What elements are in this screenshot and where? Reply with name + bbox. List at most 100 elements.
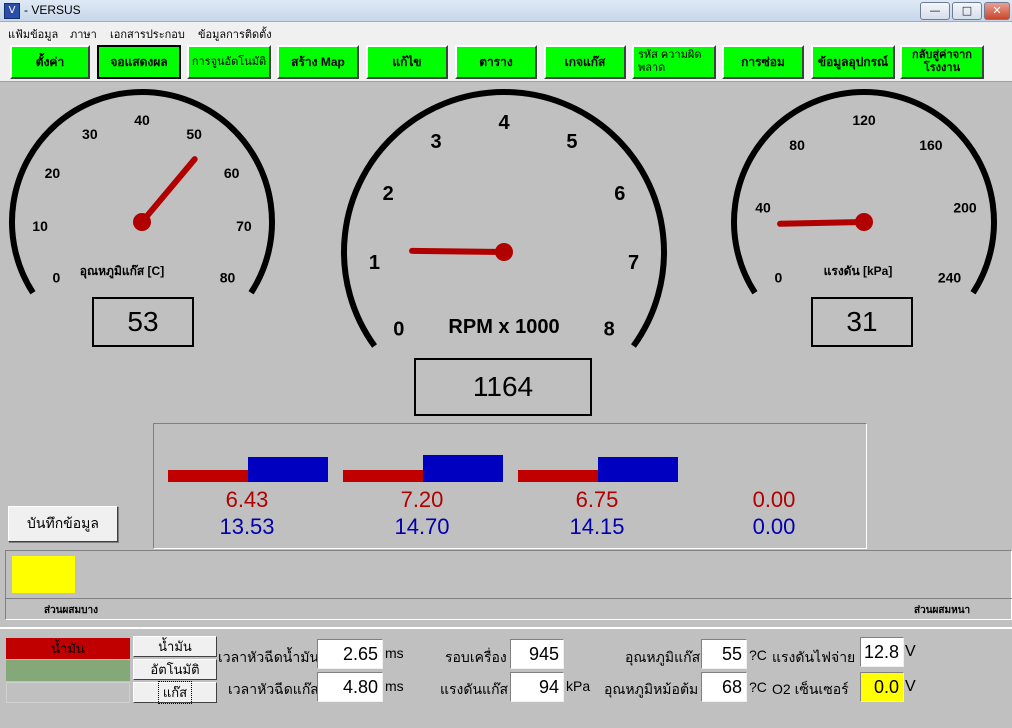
gas-temp-unit: ?C: [749, 647, 767, 663]
temp-tick-label: 50: [186, 126, 202, 142]
pressure-tick-label: 0: [775, 269, 783, 285]
supply-voltage-unit: V: [905, 643, 916, 660]
mixture-panel: ส่วนผสมบาง ส่วนผสมหนา: [5, 550, 1012, 620]
pressure-tick-label: 120: [852, 112, 876, 128]
fuel-oil-button[interactable]: น้ำมัน: [133, 636, 217, 657]
rpm-needle: [409, 247, 507, 255]
bar-red-3: [518, 470, 598, 482]
temperature-gauge: 0 10 20 30 40 50 60 70 80 อุณหภูมิแก๊ส [C]: [9, 89, 275, 295]
bar-value-blue-2: 14.70: [394, 514, 450, 539]
bar-value-red-1: 6.43: [225, 487, 269, 512]
o2-sensor-label: O2 เซ็นเซอร์: [772, 681, 849, 697]
temp-tick-label: 40: [134, 112, 150, 128]
gas-temp-label: อุณหภูมิแก๊ส: [625, 649, 701, 665]
fuel-gas-button-label: แก๊ส: [157, 681, 193, 704]
gas-pressure-label: แรงดันแก๊ส: [440, 681, 509, 697]
repair-button[interactable]: การซ่อม: [722, 45, 804, 79]
rpm-tick-label: 5: [566, 131, 577, 153]
pressure-tick-label: 40: [755, 200, 771, 216]
bar-value-blue-1: 13.53: [219, 514, 275, 539]
temp-needle: [139, 156, 198, 225]
pressure-gauge: 0 40 80 120 160 200 240 แรงดัน [kPa]: [731, 89, 997, 295]
pressure-tick-label: 80: [789, 137, 805, 153]
pressure-needle: [777, 219, 867, 227]
pressure-tick-label: 200: [953, 200, 977, 216]
save-data-button[interactable]: บันทึกข้อมูล: [8, 506, 118, 542]
gas-gauge-button[interactable]: เกจแก๊ส: [544, 45, 626, 79]
bar-blue-3: [598, 457, 678, 482]
maximize-button[interactable]: □: [952, 2, 982, 20]
oil-injection-label: เวลาหัวฉีดน้ำมัน: [218, 649, 320, 665]
rpm-tick-label: 3: [431, 131, 442, 153]
toolbar: ตั้งค่า จอแสดงผล การจูนอัตโนมัติ สร้าง M…: [0, 42, 1012, 82]
rpm-label: รอบเครื่อง: [445, 649, 507, 665]
fuel-gas-indicator: [6, 682, 130, 703]
fuel-auto-button[interactable]: อัตโนมัติ: [133, 659, 217, 680]
pressure-needle-hub: [855, 213, 873, 231]
rpm-value: 945: [510, 639, 564, 669]
lean-mixture-label: ส่วนผสมบาง: [44, 605, 98, 616]
device-info-button[interactable]: ข้อมูลอุปกรณ์: [811, 45, 895, 79]
bar-red-1: [168, 470, 248, 482]
bar-value-red-2: 7.20: [400, 487, 444, 512]
bar-blue-2: [423, 455, 503, 482]
close-button[interactable]: ✕: [984, 2, 1010, 20]
temp-tick-label: 30: [82, 126, 98, 142]
app-icon: V: [4, 3, 20, 19]
rpm-gauge: 0 1 2 3 4 5 6 7 8 RPM x 1000: [341, 89, 667, 348]
menu-file[interactable]: แฟ้มข้อมูล: [8, 25, 58, 43]
gas-pressure-unit: kPa: [566, 678, 591, 694]
o2-sensor-value: 0.0: [860, 672, 904, 702]
menu-language[interactable]: ภาษา: [70, 25, 97, 43]
factory-reset-button[interactable]: กลับสู่ค่าจากโรงงาน: [900, 45, 984, 79]
bar-value-blue-3: 14.15: [569, 514, 625, 539]
rpm-tick-label: 4: [498, 112, 510, 134]
menu-documents[interactable]: เอกสารประกอบ: [110, 25, 185, 43]
temp-tick-label: 80: [220, 269, 236, 285]
title-bar: V - VERSUS — □ ✕: [0, 0, 1012, 22]
injector-bar-panel: 6.43 13.53 7.20 14.70 6.75 14.15 0.00 0.…: [153, 423, 867, 549]
fuel-auto-indicator: [6, 660, 130, 681]
o2-sensor-unit: V: [905, 678, 916, 695]
coolant-temp-unit: ?C: [749, 679, 767, 695]
mixture-indicator: [12, 556, 75, 593]
settings-button[interactable]: ตั้งค่า: [10, 45, 90, 79]
pressure-tick-label: 160: [919, 137, 943, 153]
rpm-gauge-label: RPM x 1000: [448, 316, 559, 338]
oil-injection-unit: ms: [385, 645, 404, 661]
rpm-tick-label: 7: [628, 252, 639, 274]
edit-button[interactable]: แก้ไข: [366, 45, 448, 79]
auto-tune-button[interactable]: การจูนอัตโนมัติ: [187, 45, 271, 79]
rpm-tick-label: 1: [369, 252, 380, 274]
pressure-readout: 31: [811, 297, 913, 347]
pressure-gauge-label: แรงดัน [kPa]: [824, 264, 893, 278]
supply-voltage-value: 12.8: [860, 637, 904, 667]
fuel-gas-button[interactable]: แก๊ส: [133, 681, 217, 704]
rpm-tick-label: 6: [614, 183, 625, 205]
menu-install-info[interactable]: ข้อมูลการติดตั้ง: [198, 25, 272, 43]
bar-value-blue-4: 0.00: [752, 514, 796, 539]
minimize-button[interactable]: —: [920, 2, 950, 20]
table-button[interactable]: ตาราง: [455, 45, 537, 79]
temp-needle-hub: [133, 213, 151, 231]
temp-gauge-label: อุณหภูมิแก๊ส [C]: [80, 264, 164, 279]
error-codes-button[interactable]: รหัส ความผิดพลาด: [632, 45, 716, 79]
temp-tick-label: 20: [45, 165, 61, 181]
display-button[interactable]: จอแสดงผล: [97, 45, 181, 79]
rich-mixture-label: ส่วนผสมหนา: [914, 605, 971, 616]
bar-value-red-3: 6.75: [575, 487, 619, 512]
menu-bar: แฟ้มข้อมูล ภาษา เอกสารประกอบ ข้อมูลการติ…: [0, 22, 1012, 42]
pressure-tick-label: 240: [938, 269, 962, 285]
fuel-oil-indicator: น้ำมัน: [6, 638, 130, 659]
bar-red-2: [343, 470, 423, 482]
temperature-readout: 53: [92, 297, 194, 347]
gas-injection-unit: ms: [385, 678, 404, 694]
gas-pressure-value: 94: [510, 672, 564, 702]
create-map-button[interactable]: สร้าง Map: [277, 45, 359, 79]
temp-tick-label: 70: [236, 218, 252, 234]
temp-tick-label: 10: [32, 218, 48, 234]
rpm-tick-label: 8: [604, 318, 615, 340]
supply-voltage-label: แรงดันไฟจ่าย: [772, 649, 856, 665]
readings-panel: น้ำมัน น้ำมัน อัตโนมัติ แก๊ส เวลาหัวฉีดน…: [0, 627, 1012, 728]
gas-injection-label: เวลาหัวฉีดแก๊ส: [228, 681, 319, 697]
